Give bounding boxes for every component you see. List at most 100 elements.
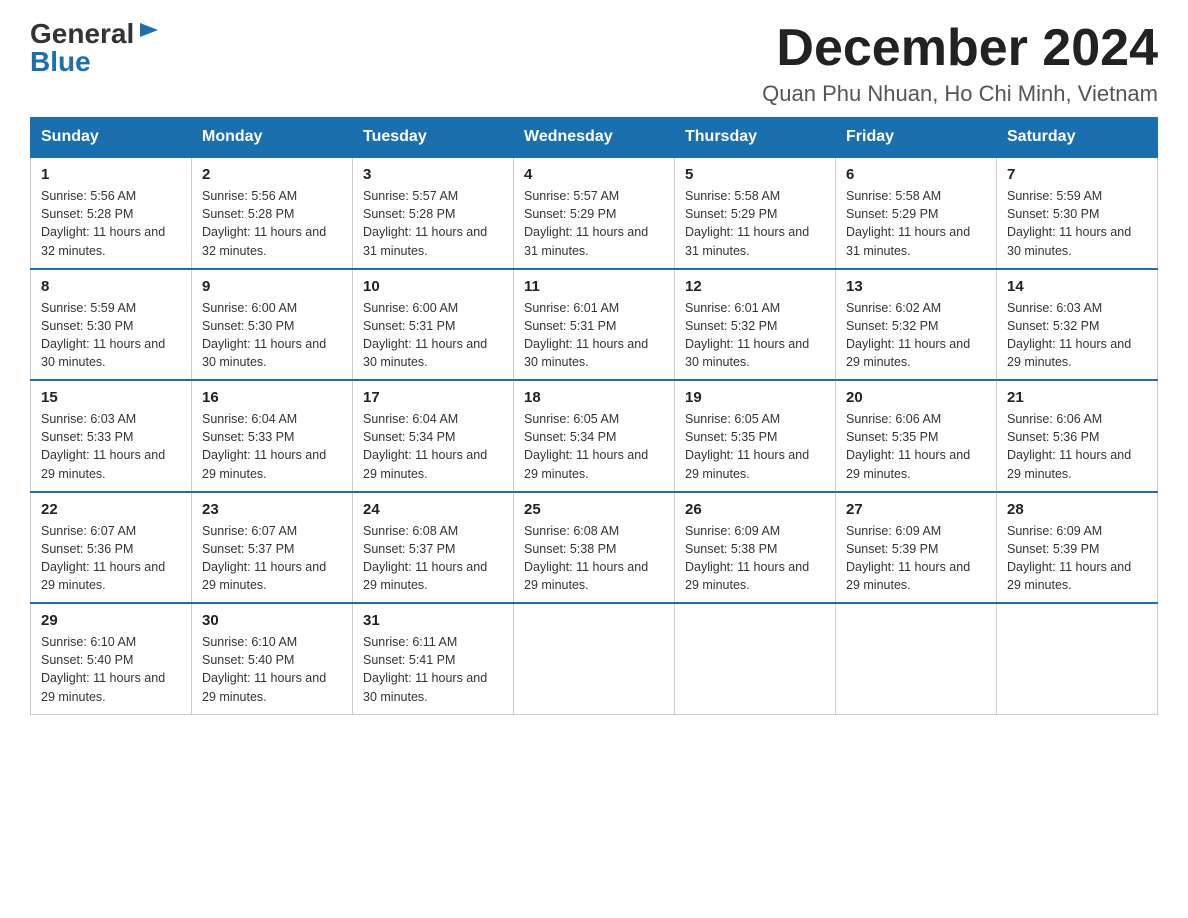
calendar-cell <box>997 603 1158 714</box>
day-number: 27 <box>846 501 986 518</box>
day-number: 2 <box>202 166 342 183</box>
day-number: 18 <box>524 389 664 406</box>
calendar-week-5: 29 Sunrise: 6:10 AMSunset: 5:40 PMDayligh… <box>31 603 1158 714</box>
weekday-header-row: SundayMondayTuesdayWednesdayThursdayFrid… <box>31 118 1158 158</box>
day-number: 21 <box>1007 389 1147 406</box>
weekday-header-thursday: Thursday <box>675 118 836 158</box>
day-info: Sunrise: 6:10 AMSunset: 5:40 PMDaylight:… <box>41 633 181 706</box>
day-info: Sunrise: 5:58 AMSunset: 5:29 PMDaylight:… <box>846 187 986 260</box>
day-info: Sunrise: 6:00 AMSunset: 5:30 PMDaylight:… <box>202 299 342 372</box>
calendar-cell: 27 Sunrise: 6:09 AMSunset: 5:39 PMDayligh… <box>836 492 997 604</box>
calendar-cell: 29 Sunrise: 6:10 AMSunset: 5:40 PMDayligh… <box>31 603 192 714</box>
day-info: Sunrise: 5:58 AMSunset: 5:29 PMDaylight:… <box>685 187 825 260</box>
calendar-cell: 23 Sunrise: 6:07 AMSunset: 5:37 PMDayligh… <box>192 492 353 604</box>
weekday-header-saturday: Saturday <box>997 118 1158 158</box>
calendar-table: SundayMondayTuesdayWednesdayThursdayFrid… <box>30 117 1158 715</box>
calendar-cell: 5 Sunrise: 5:58 AMSunset: 5:29 PMDaylight… <box>675 157 836 269</box>
calendar-cell: 11 Sunrise: 6:01 AMSunset: 5:31 PMDayligh… <box>514 269 675 381</box>
day-info: Sunrise: 5:57 AMSunset: 5:29 PMDaylight:… <box>524 187 664 260</box>
day-info: Sunrise: 6:08 AMSunset: 5:38 PMDaylight:… <box>524 522 664 595</box>
calendar-cell: 26 Sunrise: 6:09 AMSunset: 5:38 PMDayligh… <box>675 492 836 604</box>
day-info: Sunrise: 5:57 AMSunset: 5:28 PMDaylight:… <box>363 187 503 260</box>
day-info: Sunrise: 6:09 AMSunset: 5:39 PMDaylight:… <box>1007 522 1147 595</box>
weekday-header-sunday: Sunday <box>31 118 192 158</box>
day-info: Sunrise: 6:07 AMSunset: 5:36 PMDaylight:… <box>41 522 181 595</box>
day-info: Sunrise: 6:04 AMSunset: 5:34 PMDaylight:… <box>363 410 503 483</box>
day-info: Sunrise: 6:02 AMSunset: 5:32 PMDaylight:… <box>846 299 986 372</box>
calendar-cell: 17Sunrise: 6:04 AMSunset: 5:34 PMDayligh… <box>353 380 514 492</box>
calendar-cell: 3 Sunrise: 5:57 AMSunset: 5:28 PMDaylight… <box>353 157 514 269</box>
calendar-cell: 21 Sunrise: 6:06 AMSunset: 5:36 PMDayligh… <box>997 380 1158 492</box>
title-area: December 2024 Quan Phu Nhuan, Ho Chi Min… <box>762 20 1158 107</box>
logo-general: General <box>30 20 134 48</box>
day-info: Sunrise: 6:07 AMSunset: 5:37 PMDaylight:… <box>202 522 342 595</box>
day-info: Sunrise: 6:06 AMSunset: 5:35 PMDaylight:… <box>846 410 986 483</box>
calendar-cell: 9 Sunrise: 6:00 AMSunset: 5:30 PMDaylight… <box>192 269 353 381</box>
day-info: Sunrise: 6:01 AMSunset: 5:32 PMDaylight:… <box>685 299 825 372</box>
day-info: Sunrise: 6:09 AMSunset: 5:39 PMDaylight:… <box>846 522 986 595</box>
calendar-cell <box>514 603 675 714</box>
day-info: Sunrise: 6:05 AMSunset: 5:34 PMDaylight:… <box>524 410 664 483</box>
day-info: Sunrise: 6:03 AMSunset: 5:32 PMDaylight:… <box>1007 299 1147 372</box>
day-info: Sunrise: 5:56 AMSunset: 5:28 PMDaylight:… <box>202 187 342 260</box>
weekday-header-friday: Friday <box>836 118 997 158</box>
calendar-title: December 2024 <box>762 20 1158 77</box>
calendar-week-3: 15 Sunrise: 6:03 AMSunset: 5:33 PMDayligh… <box>31 380 1158 492</box>
calendar-cell: 30Sunrise: 6:10 AMSunset: 5:40 PMDayligh… <box>192 603 353 714</box>
day-info: Sunrise: 6:01 AMSunset: 5:31 PMDaylight:… <box>524 299 664 372</box>
calendar-cell: 12 Sunrise: 6:01 AMSunset: 5:32 PMDayligh… <box>675 269 836 381</box>
day-info: Sunrise: 6:05 AMSunset: 5:35 PMDaylight:… <box>685 410 825 483</box>
day-number: 8 <box>41 278 181 295</box>
calendar-cell: 13 Sunrise: 6:02 AMSunset: 5:32 PMDayligh… <box>836 269 997 381</box>
calendar-cell: 18 Sunrise: 6:05 AMSunset: 5:34 PMDayligh… <box>514 380 675 492</box>
day-number: 24 <box>363 501 503 518</box>
calendar-cell: 7Sunrise: 5:59 AMSunset: 5:30 PMDaylight… <box>997 157 1158 269</box>
day-number: 20 <box>846 389 986 406</box>
day-number: 28 <box>1007 501 1147 518</box>
day-info: Sunrise: 6:11 AMSunset: 5:41 PMDaylight:… <box>363 633 503 706</box>
calendar-cell: 1 Sunrise: 5:56 AMSunset: 5:28 PMDaylight… <box>31 157 192 269</box>
calendar-cell: 8 Sunrise: 5:59 AMSunset: 5:30 PMDaylight… <box>31 269 192 381</box>
day-info: Sunrise: 5:59 AMSunset: 5:30 PMDaylight:… <box>41 299 181 372</box>
day-number: 14 <box>1007 278 1147 295</box>
day-number: 6 <box>846 166 986 183</box>
calendar-cell: 15 Sunrise: 6:03 AMSunset: 5:33 PMDayligh… <box>31 380 192 492</box>
calendar-cell: 4 Sunrise: 5:57 AMSunset: 5:29 PMDaylight… <box>514 157 675 269</box>
calendar-cell: 10 Sunrise: 6:00 AMSunset: 5:31 PMDayligh… <box>353 269 514 381</box>
calendar-cell: 22Sunrise: 6:07 AMSunset: 5:36 PMDayligh… <box>31 492 192 604</box>
day-number: 25 <box>524 501 664 518</box>
day-number: 26 <box>685 501 825 518</box>
calendar-cell: 19Sunrise: 6:05 AMSunset: 5:35 PMDayligh… <box>675 380 836 492</box>
day-info: Sunrise: 5:59 AMSunset: 5:30 PMDaylight:… <box>1007 187 1147 260</box>
day-info: Sunrise: 5:56 AMSunset: 5:28 PMDaylight:… <box>41 187 181 260</box>
day-number: 9 <box>202 278 342 295</box>
calendar-cell: 31Sunrise: 6:11 AMSunset: 5:41 PMDayligh… <box>353 603 514 714</box>
calendar-cell: 28 Sunrise: 6:09 AMSunset: 5:39 PMDayligh… <box>997 492 1158 604</box>
day-number: 3 <box>363 166 503 183</box>
day-info: Sunrise: 6:09 AMSunset: 5:38 PMDaylight:… <box>685 522 825 595</box>
logo: General Blue <box>30 20 160 76</box>
day-info: Sunrise: 6:06 AMSunset: 5:36 PMDaylight:… <box>1007 410 1147 483</box>
calendar-cell: 16Sunrise: 6:04 AMSunset: 5:33 PMDayligh… <box>192 380 353 492</box>
day-number: 1 <box>41 166 181 183</box>
calendar-cell <box>836 603 997 714</box>
day-number: 10 <box>363 278 503 295</box>
day-number: 15 <box>41 389 181 406</box>
day-number: 30 <box>202 612 342 629</box>
day-number: 23 <box>202 501 342 518</box>
day-info: Sunrise: 6:00 AMSunset: 5:31 PMDaylight:… <box>363 299 503 372</box>
calendar-cell: 25 Sunrise: 6:08 AMSunset: 5:38 PMDayligh… <box>514 492 675 604</box>
day-number: 12 <box>685 278 825 295</box>
day-number: 11 <box>524 278 664 295</box>
calendar-cell: 14 Sunrise: 6:03 AMSunset: 5:32 PMDayligh… <box>997 269 1158 381</box>
day-number: 29 <box>41 612 181 629</box>
day-number: 13 <box>846 278 986 295</box>
calendar-week-4: 22Sunrise: 6:07 AMSunset: 5:36 PMDayligh… <box>31 492 1158 604</box>
day-number: 16 <box>202 389 342 406</box>
calendar-subtitle: Quan Phu Nhuan, Ho Chi Minh, Vietnam <box>762 81 1158 107</box>
day-number: 5 <box>685 166 825 183</box>
calendar-cell: 6 Sunrise: 5:58 AMSunset: 5:29 PMDaylight… <box>836 157 997 269</box>
day-number: 4 <box>524 166 664 183</box>
calendar-cell <box>675 603 836 714</box>
day-info: Sunrise: 6:03 AMSunset: 5:33 PMDaylight:… <box>41 410 181 483</box>
